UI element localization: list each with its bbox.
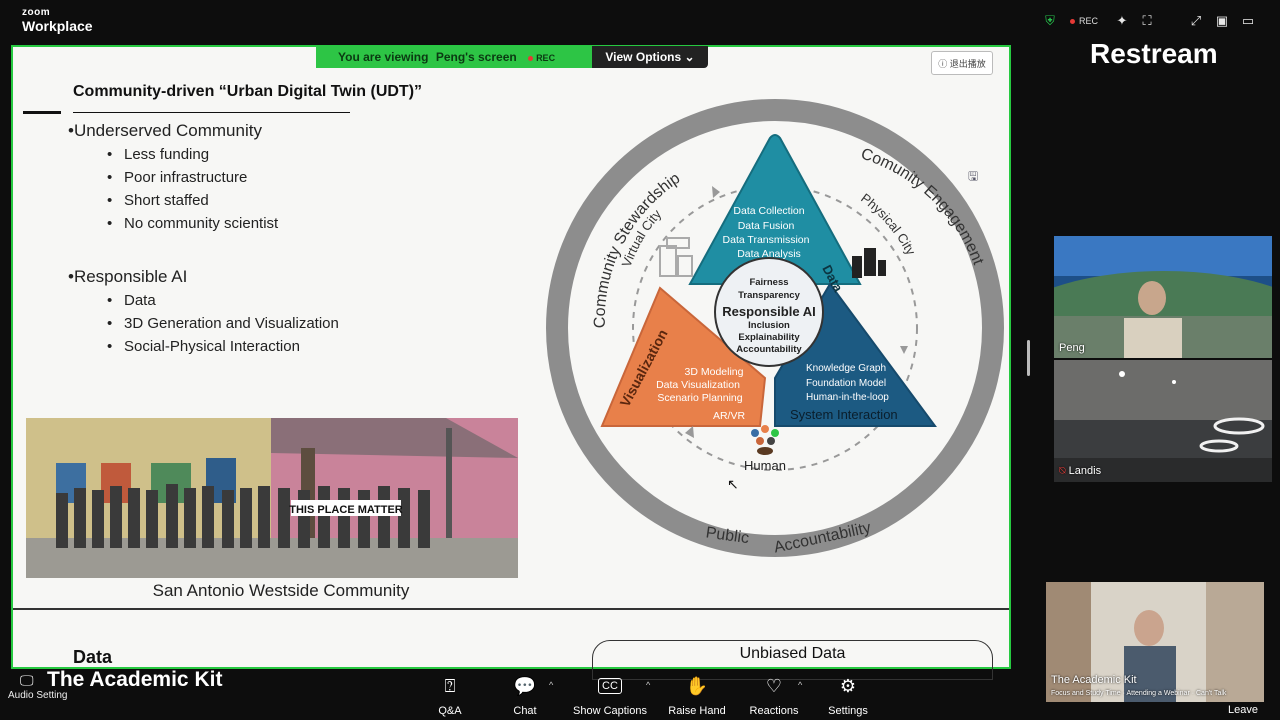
minimize-window-icon[interactable]: ▭ (1240, 13, 1256, 29)
participant-name-text: Landis (1068, 465, 1102, 477)
focus-icon[interactable]: ⛶ (1139, 13, 1155, 29)
exit-playback-button[interactable]: ⓘ 退出播放 (931, 51, 993, 75)
qa-label: Q&A (438, 705, 462, 717)
qa-icon: ⍰ (444, 676, 456, 696)
participant-video-landis[interactable]: ⍉ Landis (1054, 360, 1272, 482)
photo-sign-text: THIS PLACE MATTER (289, 504, 403, 516)
bullet-item: Less funding (107, 146, 209, 163)
banner-rec: REC (536, 53, 556, 63)
muted-mic-icon: ⍉ (1059, 465, 1066, 477)
panel-scroll-indicator[interactable] (1027, 340, 1030, 376)
recording-indicator[interactable]: REC (1070, 16, 1098, 26)
system-line: Foundation Model (806, 378, 886, 389)
human-icon (751, 425, 779, 455)
viewing-prefix: You are viewing (338, 50, 429, 64)
physical-city-icon (852, 248, 886, 278)
reactions-caret-icon[interactable]: ^ (798, 680, 802, 690)
raise-hand-button[interactable]: ✋ Raise Hand (657, 675, 737, 717)
info-icon: ⓘ (938, 59, 948, 69)
brand-small: zoom (22, 7, 51, 18)
responsible-ai-title: Responsible AI (722, 304, 815, 319)
captions-label: Show Captions (573, 705, 647, 717)
data-line: Data Transmission (723, 234, 810, 246)
data-heading: Data (73, 647, 113, 667)
view-options-label: View Options (605, 50, 682, 64)
bullet-item: No community scientist (107, 215, 278, 232)
slide-divider (13, 608, 1009, 610)
section-heading-underserved: •Underserved Community (68, 121, 262, 140)
viewing-name: Peng's screen (435, 50, 517, 64)
svg-text:Physical City: Physical City (858, 190, 919, 258)
settings-label: Settings (828, 705, 868, 717)
captions-caret-icon[interactable]: ^ (646, 680, 650, 690)
bullet-item: Poor infrastructure (107, 169, 247, 186)
slide-title: Community-driven “Urban Digital Twin (UD… (73, 83, 423, 100)
monitor-icon[interactable]: 🖵 (20, 672, 34, 689)
cycle-arrow-icon (712, 186, 720, 198)
photo-caption: San Antonio Westside Community (152, 581, 410, 600)
section-heading-responsible-ai: •Responsible AI (68, 267, 188, 286)
center-line: Explainability (738, 332, 800, 343)
system-interaction-label: System Interaction (790, 407, 898, 422)
viz-line: AR/VR (713, 410, 746, 422)
participant-video-academic-kit[interactable]: The Academic Kit Focus and Study Time · … (1046, 582, 1264, 702)
raise-hand-label: Raise Hand (668, 705, 726, 717)
bullet-item: Short staffed (107, 192, 209, 209)
chat-label: Chat (513, 705, 537, 717)
leave-button[interactable]: Leave (1228, 704, 1258, 716)
settings-button[interactable]: ⚙ Settings (808, 675, 888, 717)
center-line: Fairness (749, 277, 788, 288)
center-line: Transparency (738, 290, 800, 301)
data-line: Data Collection (733, 205, 804, 217)
fullscreen-icon[interactable]: ⤢ (1188, 13, 1204, 29)
participant-name: The Academic Kit (1051, 674, 1137, 686)
view-switch-icon[interactable]: ▣ (1214, 13, 1230, 29)
center-line: Inclusion (748, 320, 790, 331)
captions-button[interactable]: CC Show Captions (570, 675, 650, 717)
unbiased-data-label: Unbiased Data (739, 645, 846, 662)
shield-icon[interactable]: ⛨ (1042, 13, 1058, 29)
exit-playback-label: 退出播放 (949, 59, 986, 69)
gear-icon: ⚙ (839, 676, 857, 696)
participant-status: Focus and Study Time · Attending a Webin… (1051, 690, 1227, 697)
community-photo: THIS PLACE MATTER (26, 418, 518, 578)
data-line: Data Fusion (738, 220, 795, 232)
rec-label: REC (1079, 16, 1099, 26)
restream-watermark: Restream (1090, 38, 1218, 69)
physical-city-label: Physical City (858, 190, 919, 258)
virtual-city-icon (659, 237, 693, 277)
chevron-down-icon: ⌄ (684, 50, 695, 64)
center-line: Accountability (736, 344, 802, 355)
participant-name: ⍉ Landis (1059, 465, 1101, 478)
view-options-button[interactable]: View Options ⌄ (592, 46, 708, 68)
meeting-name: The Academic Kit (47, 668, 223, 691)
bullet-item: Data (107, 292, 156, 309)
cycle-arrow-icon (900, 346, 908, 354)
viewing-banner: You are viewing Peng's screen REC (316, 46, 592, 68)
udt-diagram: Community Stewardship Comunity Engagemen… (546, 99, 1004, 557)
cycle-arrow-icon (685, 426, 694, 438)
title-accent-bar (23, 111, 61, 114)
reactions-label: Reactions (749, 705, 799, 717)
bullet-item: 3D Generation and Visualization (107, 315, 339, 332)
viz-line: 3D Modeling (685, 366, 744, 378)
chat-caret-icon[interactable]: ^ (549, 680, 553, 690)
human-label: Human (744, 458, 786, 473)
sparkle-icon[interactable]: ✦ (1114, 13, 1130, 29)
viz-line: Scenario Planning (657, 392, 742, 404)
participant-name: Peng (1059, 342, 1085, 354)
captions-icon: CC (570, 675, 650, 697)
qa-button[interactable]: ⍰ Q&A (410, 675, 490, 717)
audio-setting[interactable]: Audio Setting (8, 690, 68, 701)
data-line: Data Analysis (737, 248, 801, 260)
brand-name: Workplace (22, 18, 93, 34)
hand-icon: ✋ (685, 676, 709, 696)
bullet-item: Social-Physical Interaction (107, 338, 300, 355)
system-line: Knowledge Graph (806, 363, 886, 374)
system-line: Human-in-the-loop (806, 392, 889, 403)
viz-line: Data Visualization (656, 379, 740, 391)
title-underline (73, 112, 350, 113)
zoom-logo: zoom Workplace (22, 7, 93, 34)
participant-video-peng[interactable]: Peng (1054, 236, 1272, 358)
